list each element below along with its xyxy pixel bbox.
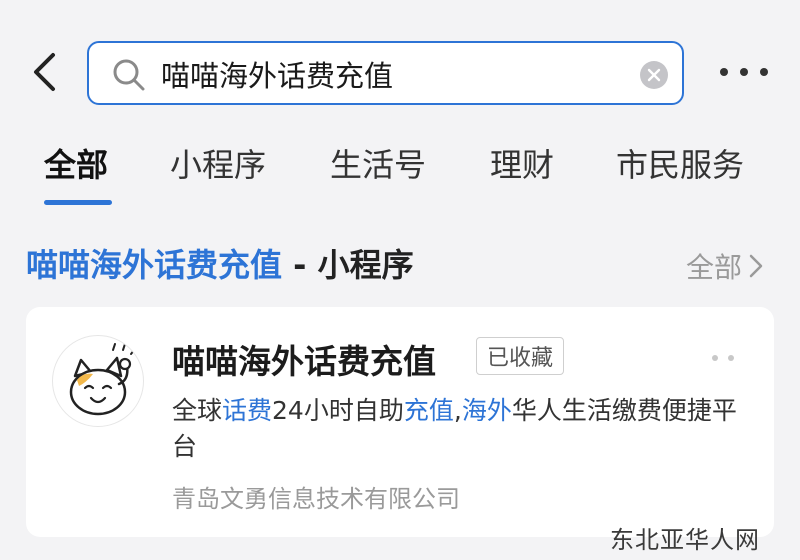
chevron-right-icon — [749, 254, 763, 278]
tab-life-accounts[interactable]: 生活号 — [330, 140, 426, 186]
search-box[interactable] — [87, 41, 684, 105]
section-title: 喵喵海外话费充值 - 小程序 — [26, 240, 414, 286]
see-all-label: 全部 — [686, 251, 743, 284]
result-tabs: 全部 小程序 生活号 理财 市民服务 — [0, 130, 800, 210]
clear-icon — [647, 68, 661, 82]
app-description: 全球话费24小时自助充值,海外华人生活缴费便捷平台 — [172, 393, 742, 465]
card-more-button[interactable] — [712, 355, 734, 365]
desc-part: 24小时自助 — [272, 396, 404, 425]
clear-search-button[interactable] — [640, 61, 668, 89]
card-more-icon-dot — [728, 355, 734, 361]
app-name: 喵喵海外话费充值 — [172, 342, 436, 381]
section-title-suffix: - 小程序 — [282, 246, 414, 284]
developer-company: 青岛文勇信息技术有限公司 — [172, 485, 460, 513]
more-icon — [720, 68, 728, 76]
tab-mini-programs[interactable]: 小程序 — [170, 140, 266, 186]
more-icon-dot — [740, 68, 748, 76]
top-search-bar — [0, 0, 800, 120]
search-input[interactable] — [161, 51, 631, 97]
cat-logo-icon — [69, 343, 136, 416]
desc-highlight: 充值 — [403, 396, 454, 425]
more-options-button[interactable] — [720, 56, 768, 88]
back-button[interactable] — [22, 48, 66, 96]
tab-all[interactable]: 全部 — [44, 140, 108, 186]
desc-highlight: 话费 — [222, 396, 273, 425]
desc-highlight: 海外 — [461, 396, 512, 425]
favorited-badge: 已收藏 — [476, 337, 565, 375]
card-more-icon — [712, 355, 718, 361]
desc-part: 全球 — [172, 396, 223, 425]
search-results-page: 全部 小程序 生活号 理财 市民服务 喵喵海外话费充值 - 小程序 全部 — [0, 0, 800, 560]
tab-finance[interactable]: 理财 — [490, 140, 554, 186]
see-all-link[interactable]: 全部 — [686, 246, 764, 286]
site-watermark: 东北亚华人网 — [610, 526, 760, 554]
search-icon — [113, 59, 145, 91]
back-chevron-icon — [34, 53, 55, 91]
section-title-highlight: 喵喵海外话费充值 — [26, 246, 283, 284]
mini-program-result-card[interactable]: 喵喵海外话费充值 已收藏 全球话费24小时自助充值,海外华人生活缴费便捷平台 青… — [26, 307, 774, 537]
tab-citizen-services[interactable]: 市民服务 — [616, 140, 744, 186]
desc-part: , — [453, 396, 462, 425]
active-tab-indicator — [44, 200, 112, 205]
app-avatar — [52, 335, 144, 427]
more-icon-dot — [760, 68, 768, 76]
